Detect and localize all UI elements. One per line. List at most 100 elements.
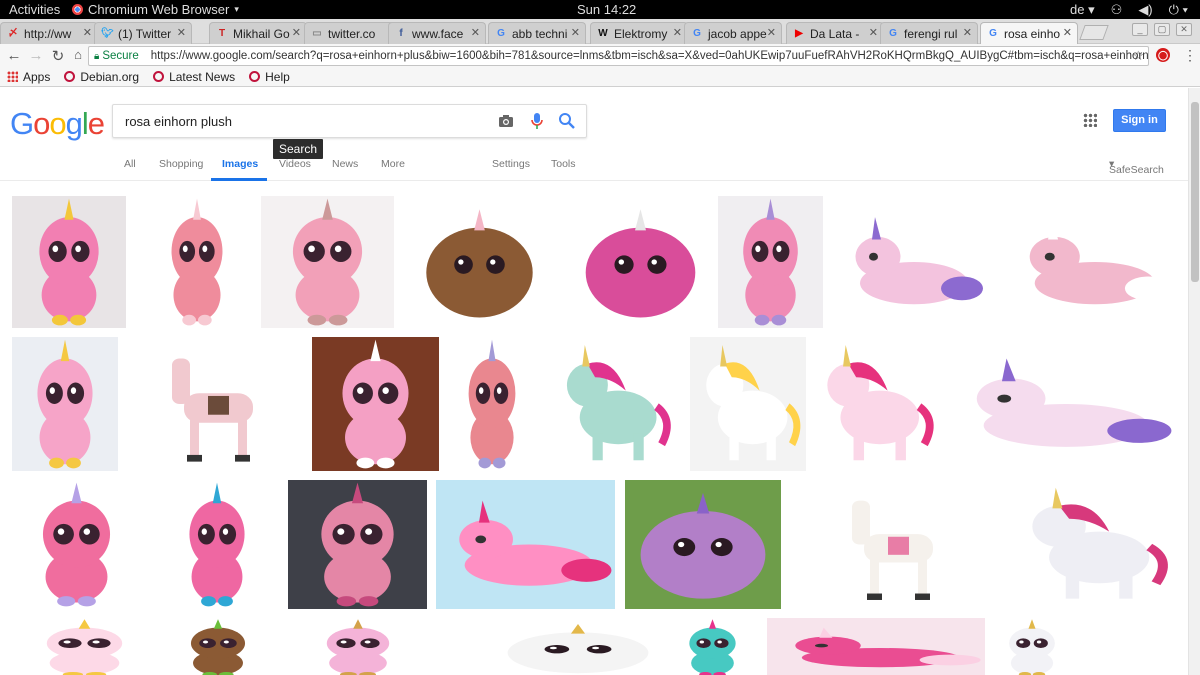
search-icon[interactable] bbox=[558, 112, 576, 130]
minimize-button[interactable]: _ bbox=[1132, 23, 1148, 36]
T-favicon-icon: T bbox=[218, 27, 226, 39]
plush-unicorn-image bbox=[426, 209, 533, 318]
image-result-thumbnail[interactable] bbox=[166, 618, 270, 675]
tab-news[interactable]: News bbox=[332, 158, 358, 170]
keyboard-layout-indicator[interactable]: de ▾ bbox=[1070, 2, 1095, 18]
image-result-thumbnail[interactable] bbox=[142, 337, 292, 471]
image-result-thumbnail[interactable] bbox=[1009, 480, 1176, 609]
close-window-button[interactable]: ✕ bbox=[1176, 23, 1192, 36]
image-result-thumbnail[interactable] bbox=[12, 480, 141, 609]
close-tab-icon[interactable]: ✕ bbox=[1063, 26, 1072, 39]
google-apps-icon[interactable] bbox=[1083, 113, 1097, 127]
tab-more[interactable]: More bbox=[381, 158, 405, 170]
extension-icon[interactable]: ◯ bbox=[1156, 48, 1170, 62]
image-result-thumbnail[interactable] bbox=[12, 618, 157, 675]
app-menu[interactable]: Chromium Web Browser ▾ bbox=[72, 2, 239, 17]
close-tab-icon[interactable]: ✕ bbox=[83, 26, 92, 39]
tab-title: http://ww bbox=[24, 26, 72, 41]
activities-button[interactable]: Activities bbox=[9, 2, 60, 17]
browser-tab[interactable]: ▶ Da Lata - ✕ bbox=[786, 22, 884, 44]
close-tab-icon[interactable]: ✕ bbox=[963, 26, 972, 39]
tools-link[interactable]: Tools bbox=[551, 158, 576, 170]
camera-icon[interactable] bbox=[498, 113, 514, 129]
image-result-thumbnail[interactable] bbox=[312, 337, 439, 471]
system-top-bar: Activities Chromium Web Browser ▾ Sun 14… bbox=[0, 0, 1200, 19]
image-result-thumbnail[interactable] bbox=[836, 196, 986, 328]
image-result-thumbnail[interactable] bbox=[947, 337, 1176, 471]
tab-images[interactable]: Images bbox=[222, 158, 258, 170]
image-result-thumbnail[interactable] bbox=[822, 480, 972, 609]
tab-videos[interactable]: Videos bbox=[279, 158, 311, 170]
image-result-thumbnail[interactable] bbox=[690, 337, 806, 471]
close-tab-icon[interactable]: ✕ bbox=[471, 26, 480, 39]
close-tab-icon[interactable]: ✕ bbox=[767, 26, 776, 39]
image-result-thumbnail[interactable] bbox=[809, 337, 940, 471]
close-tab-icon[interactable]: ✕ bbox=[869, 26, 878, 39]
image-result-thumbnail[interactable] bbox=[288, 480, 427, 609]
url-text[interactable]: https://www.google.com/search?q=rosa+ein… bbox=[151, 50, 1148, 62]
plush-unicorn-image bbox=[342, 339, 409, 469]
volume-icon: ◀) bbox=[1138, 2, 1153, 17]
browser-tab[interactable]: Gferengi rul ✕ bbox=[880, 22, 978, 44]
address-bar[interactable]: 🔒︎ Secure https://www.google.com/search?… bbox=[88, 46, 1149, 66]
tab-all[interactable]: All bbox=[124, 158, 136, 170]
image-result-thumbnail[interactable] bbox=[413, 196, 546, 328]
maximize-button[interactable]: ▢ bbox=[1154, 23, 1170, 36]
clock[interactable]: Sun 14:22 bbox=[577, 2, 636, 17]
browser-tab[interactable]: Gjacob appe ✕ bbox=[684, 22, 782, 44]
debian-icon bbox=[64, 71, 76, 82]
browser-tab[interactable]: f www.face ✕ bbox=[388, 22, 486, 44]
bookmark-debian[interactable]: Debian.org bbox=[64, 70, 139, 84]
browser-tab[interactable]: 〆 http://ww ✕ bbox=[0, 22, 98, 44]
close-tab-icon[interactable]: ✕ bbox=[177, 26, 186, 39]
google-logo[interactable]: Google bbox=[10, 106, 105, 142]
image-result-thumbnail[interactable] bbox=[572, 196, 709, 328]
browser-menu-icon[interactable]: ⋮ bbox=[1183, 47, 1197, 64]
image-result-thumbnail[interactable] bbox=[625, 480, 781, 609]
safesearch-menu[interactable]: SafeSearch ▾ bbox=[1109, 158, 1164, 176]
image-result-thumbnail[interactable] bbox=[298, 618, 418, 675]
close-tab-icon[interactable]: ✕ bbox=[571, 26, 580, 39]
bookmark-latest-news[interactable]: Latest News bbox=[153, 70, 235, 84]
lock-icon[interactable]: 🔒︎ bbox=[94, 51, 99, 62]
image-result-thumbnail[interactable] bbox=[1008, 196, 1175, 328]
forward-arrow-icon[interactable]: → bbox=[28, 47, 44, 64]
image-result-thumbnail[interactable] bbox=[436, 480, 615, 609]
home-icon[interactable]: ⌂ bbox=[70, 47, 86, 62]
reload-icon[interactable]: ↻ bbox=[50, 47, 66, 65]
browser-tab[interactable]: Grosa einho ✕ bbox=[980, 22, 1078, 44]
image-result-thumbnail[interactable] bbox=[767, 618, 985, 675]
settings-link[interactable]: Settings bbox=[492, 158, 530, 170]
image-result-thumbnail[interactable] bbox=[988, 618, 1076, 675]
search-input[interactable] bbox=[113, 105, 493, 137]
image-result-thumbnail[interactable] bbox=[718, 196, 823, 328]
browser-tab[interactable]: 🐦︎ (1) Twitter ✕ bbox=[94, 22, 192, 44]
image-result-thumbnail[interactable] bbox=[12, 196, 126, 328]
back-arrow-icon[interactable]: ← bbox=[6, 47, 22, 64]
close-tab-icon[interactable]: ✕ bbox=[673, 26, 682, 39]
image-result-thumbnail[interactable] bbox=[490, 618, 666, 675]
image-result-thumbnail[interactable] bbox=[12, 337, 118, 471]
tab-shopping[interactable]: Shopping bbox=[159, 158, 203, 170]
image-result-thumbnail[interactable] bbox=[668, 618, 757, 675]
image-result-thumbnail[interactable] bbox=[261, 196, 394, 328]
bookmark-star-icon[interactable]: ☆ bbox=[1132, 48, 1144, 64]
close-tab-icon[interactable]: ✕ bbox=[292, 26, 301, 39]
scrollbar-thumb[interactable] bbox=[1191, 102, 1199, 282]
image-result-thumbnail[interactable] bbox=[148, 196, 246, 328]
microphone-icon[interactable] bbox=[530, 112, 544, 130]
bookmark-help[interactable]: Help bbox=[249, 70, 290, 84]
system-tray[interactable]: de ▾ ⚇ ◀) ⏻ ▾ bbox=[1070, 2, 1188, 18]
bookmark-apps[interactable]: Apps bbox=[7, 70, 50, 84]
image-result-thumbnail[interactable] bbox=[164, 480, 270, 609]
browser-tab[interactable]: Gabb techni ✕ bbox=[488, 22, 586, 44]
secure-label[interactable]: Secure bbox=[102, 50, 138, 62]
image-result-thumbnail[interactable] bbox=[549, 337, 677, 471]
image-result-thumbnail[interactable] bbox=[447, 337, 537, 471]
browser-tab[interactable]: T Mikhail Go ✕ bbox=[209, 22, 307, 44]
new-tab-button[interactable] bbox=[1079, 25, 1109, 40]
page-scrollbar[interactable] bbox=[1188, 88, 1200, 675]
sign-in-button[interactable]: Sign in bbox=[1113, 109, 1166, 132]
browser-tab[interactable]: W Elektromy ✕ bbox=[590, 22, 688, 44]
f-favicon-icon: f bbox=[399, 27, 403, 39]
